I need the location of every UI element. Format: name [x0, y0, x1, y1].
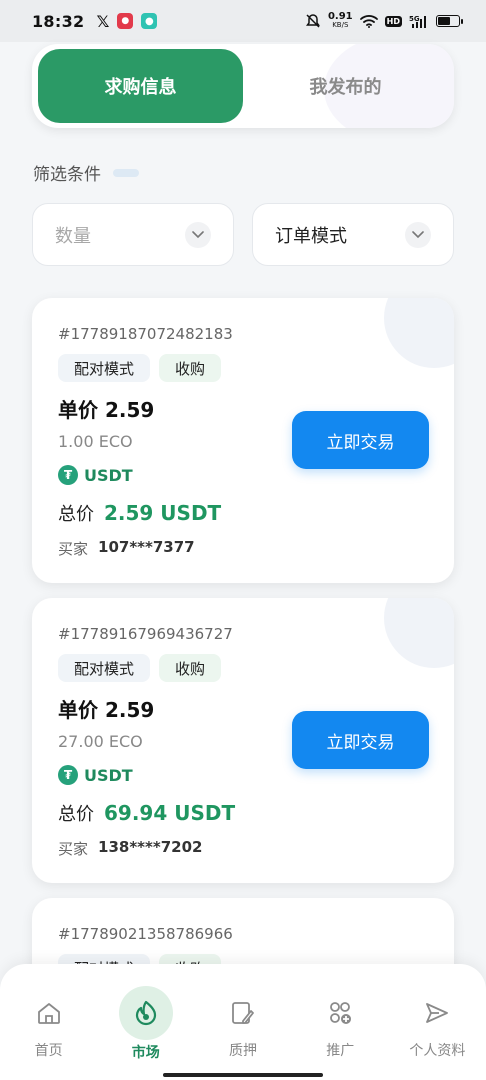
filter-decoration [113, 168, 139, 177]
nav-pledge-label: 质押 [229, 1043, 257, 1059]
order-id: #17789167969436727 [58, 625, 233, 643]
promote-icon [325, 998, 355, 1028]
hd-icon: HD [384, 15, 402, 27]
order-mode-dropdown-label: 订单模式 [275, 225, 347, 247]
red-app-icon: ● [117, 13, 134, 29]
network-speed: 0.91 KB/S [327, 11, 353, 30]
nav-promote[interactable]: 推广 [292, 964, 389, 1080]
buyer-row: 买家 138****7202 [58, 838, 202, 859]
wifi-icon [359, 15, 378, 28]
battery-icon [436, 15, 463, 27]
market-icon [118, 986, 173, 1040]
coin-row: ₮ USDT [58, 465, 133, 485]
nav-market-label: 市场 [131, 1045, 160, 1061]
order-card: #17789167969436727 配对模式 收购 单价 2.59 27.00… [32, 598, 454, 883]
trade-now-button[interactable]: 立即交易 [292, 411, 429, 469]
pledge-icon [228, 998, 258, 1028]
total-label: 总价 [58, 504, 94, 525]
total-value: 69.94 USDT [104, 801, 236, 825]
trade-now-button[interactable]: 立即交易 [292, 711, 429, 769]
bottom-nav: 首页 市场 质押 推广 个人资料 [0, 964, 486, 1080]
status-bar: 18:32 𝕏 ● ● 0.91 KB/S HD 5G [0, 0, 486, 42]
total-row: 总价 69.94 USDT [58, 800, 235, 826]
total-label: 总价 [58, 804, 94, 825]
status-notification-icons: 𝕏 ● ● [96, 11, 158, 31]
tab-purchase-info[interactable]: 求购信息 [38, 49, 243, 123]
svg-text:5G: 5G [409, 15, 420, 23]
unit-price: 单价 2.59 [58, 398, 155, 422]
tab-my-posts[interactable]: 我发布的 [243, 49, 448, 123]
unit-price: 单价 2.59 [58, 698, 155, 722]
chevron-down-icon [185, 221, 211, 248]
order-mode-dropdown[interactable]: 订单模式 [252, 203, 454, 266]
nav-pledge[interactable]: 质押 [194, 964, 291, 1080]
mode-tag: 配对模式 [58, 354, 151, 382]
quantity-dropdown-label: 数量 [55, 225, 91, 247]
buyer-label: 买家 [58, 840, 89, 858]
buyer-row: 买家 107***7377 [58, 538, 195, 559]
buyer-label: 买家 [58, 540, 89, 558]
order-id: #17789187072482183 [58, 325, 233, 343]
tab-switch: 求购信息 我发布的 [32, 44, 454, 128]
coin-row: ₮ USDT [58, 765, 133, 785]
coin-name: USDT [84, 465, 133, 485]
nav-home-label: 首页 [34, 1043, 63, 1059]
type-tag: 收购 [159, 654, 222, 682]
total-value: 2.59 USDT [104, 501, 222, 525]
mute-bell-icon [305, 14, 320, 28]
filter-title-text: 筛选条件 [33, 165, 101, 185]
order-quantity: 27.00 ECO [58, 732, 143, 751]
nav-profile[interactable]: 个人资料 [389, 964, 486, 1080]
status-system-icons: 0.91 KB/S HD 5G [305, 11, 463, 30]
coin-name: USDT [84, 765, 133, 785]
usdt-icon: ₮ [58, 465, 78, 485]
send-icon [422, 998, 452, 1028]
buyer-id: 107***7377 [98, 538, 195, 556]
order-quantity: 1.00 ECO [58, 432, 133, 451]
home-indicator[interactable] [163, 1073, 323, 1077]
order-card: #17789187072482183 配对模式 收购 单价 2.59 1.00 … [32, 298, 454, 583]
order-tags: 配对模式 收购 [58, 354, 222, 382]
usdt-icon: ₮ [58, 765, 78, 785]
order-id: #17789021358786966 [58, 925, 233, 943]
order-tags: 配对模式 收购 [58, 654, 222, 682]
signal-5g-icon: 5G [409, 15, 426, 28]
type-tag: 收购 [159, 354, 222, 382]
chevron-down-icon [405, 221, 431, 248]
nav-market[interactable]: 市场 [97, 964, 194, 1080]
home-icon [34, 998, 64, 1028]
nav-profile-label: 个人资料 [409, 1043, 466, 1059]
buyer-id: 138****7202 [98, 838, 203, 856]
status-time: 18:32 [32, 11, 85, 31]
nav-promote-label: 推广 [326, 1043, 355, 1059]
total-row: 总价 2.59 USDT [58, 500, 221, 526]
nav-home[interactable]: 首页 [0, 964, 97, 1080]
x-app-icon: 𝕏 [96, 11, 110, 31]
message-app-icon: ● [141, 13, 158, 29]
mode-tag: 配对模式 [58, 654, 151, 682]
quantity-dropdown[interactable]: 数量 [32, 203, 234, 266]
filter-title: 筛选条件 [33, 160, 139, 185]
